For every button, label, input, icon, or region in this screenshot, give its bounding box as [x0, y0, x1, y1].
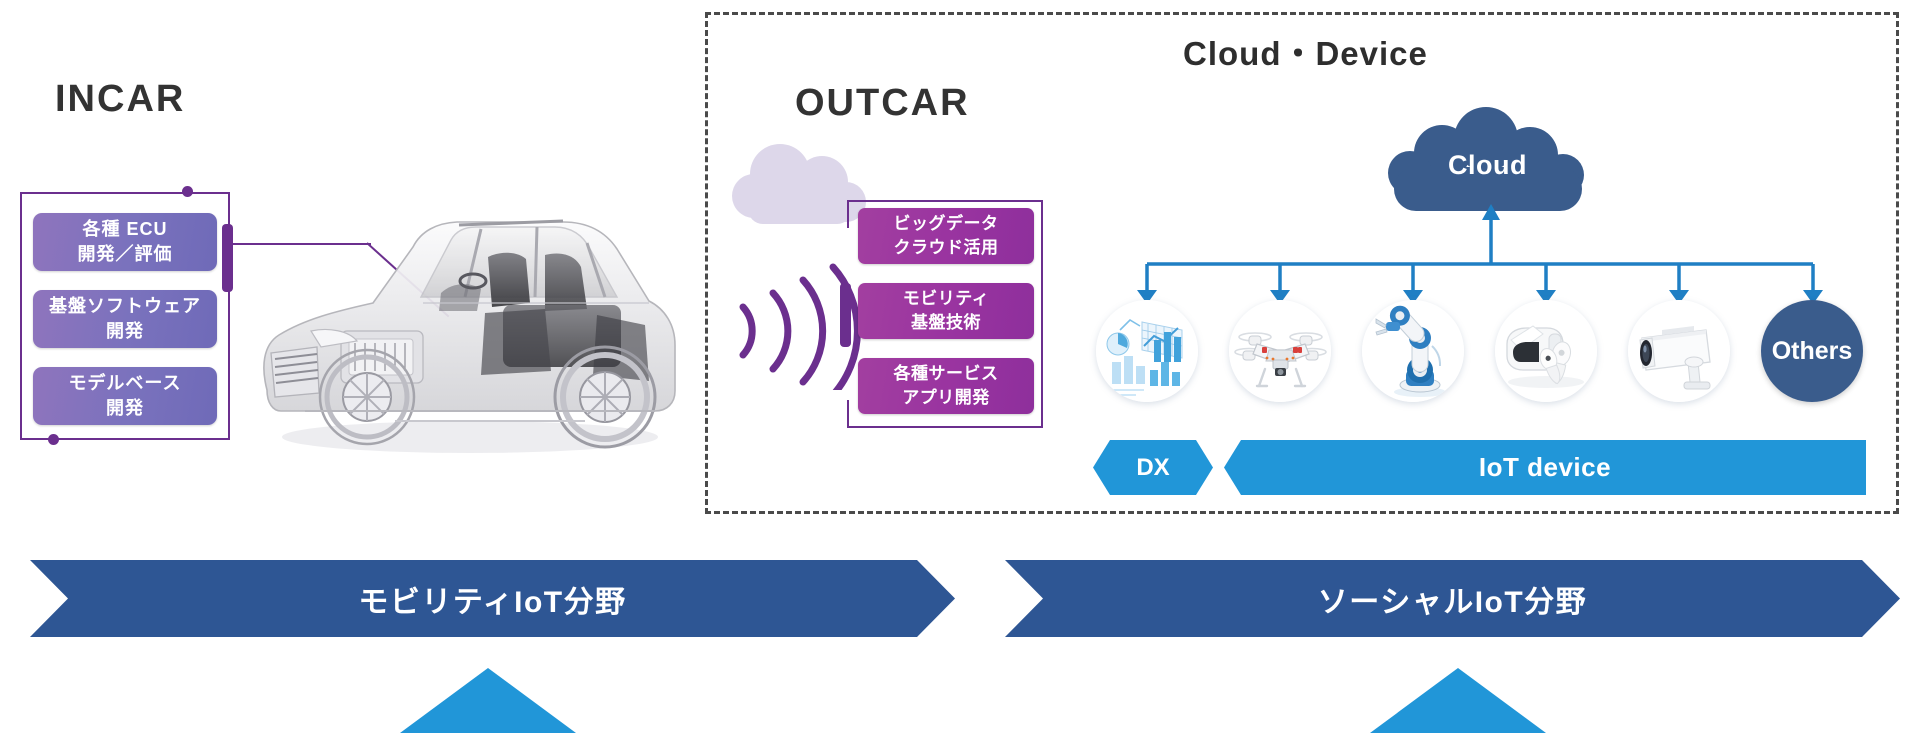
cloud-node-label: Cloud — [1448, 150, 1527, 180]
dx-banner[interactable]: DX — [1093, 440, 1213, 495]
iot-device-banner-label: IoT device — [1478, 452, 1612, 482]
iot-device-banner[interactable]: IoT device — [1224, 440, 1866, 495]
drone-icon[interactable] — [1229, 300, 1331, 402]
incar-bracket-dot-bottom — [48, 434, 59, 445]
mobility-iot-up-arrow — [400, 668, 576, 733]
vr-headset-icon[interactable] — [1495, 300, 1597, 402]
data-analytics-icon[interactable] — [1096, 300, 1198, 402]
outcar-bracket-left-bottom — [847, 400, 849, 428]
others-label: Others — [1771, 336, 1853, 365]
outcar-heading: OUTCAR — [795, 82, 970, 124]
incar-box-platform-software-development[interactable]: 基盤ソフトウェア 開発 — [33, 290, 217, 348]
incar-connector-tab — [222, 224, 233, 292]
outcar-bracket-left-top — [847, 200, 849, 228]
incar-box-model-based-development[interactable]: モデルベース 開発 — [33, 367, 217, 425]
outcar-box-service-application-development[interactable]: 各種サービス アプリ開発 — [858, 358, 1034, 414]
incar-bracket-dot-top — [182, 186, 193, 197]
dx-banner-label: DX — [1136, 453, 1170, 481]
mobility-iot-field-banner[interactable]: モビリティIoT分野 — [30, 560, 955, 637]
outcar-connector-tab — [840, 283, 851, 347]
security-camera-icon[interactable] — [1628, 300, 1730, 402]
cutaway-vehicle-illustration — [245, 185, 685, 485]
incar-heading: INCAR — [55, 78, 186, 120]
mobility-iot-field-label: モビリティIoT分野 — [358, 585, 627, 619]
cloud-device-heading: Cloud・Device — [1183, 35, 1428, 72]
cloud-device-connector-tree — [1090, 200, 1900, 310]
outcar-box-mobility-platform-technology[interactable]: モビリティ 基盤技術 — [858, 283, 1034, 339]
social-iot-up-arrow — [1370, 668, 1546, 733]
social-iot-field-label: ソーシャルIoT分野 — [1317, 585, 1588, 619]
others-device-node[interactable]: Others — [1761, 300, 1863, 402]
infographic-canvas: INCAR OUTCAR Cloud・Device 各種 ECU 開発／評価 基… — [0, 0, 1920, 733]
incar-box-ecu-development-evaluation[interactable]: 各種 ECU 開発／評価 — [33, 213, 217, 271]
outcar-box-big-data-cloud-utilization[interactable]: ビッグデータ クラウド活用 — [858, 208, 1034, 264]
social-iot-field-banner[interactable]: ソーシャルIoT分野 — [1005, 560, 1900, 637]
robot-arm-icon[interactable] — [1362, 300, 1464, 402]
